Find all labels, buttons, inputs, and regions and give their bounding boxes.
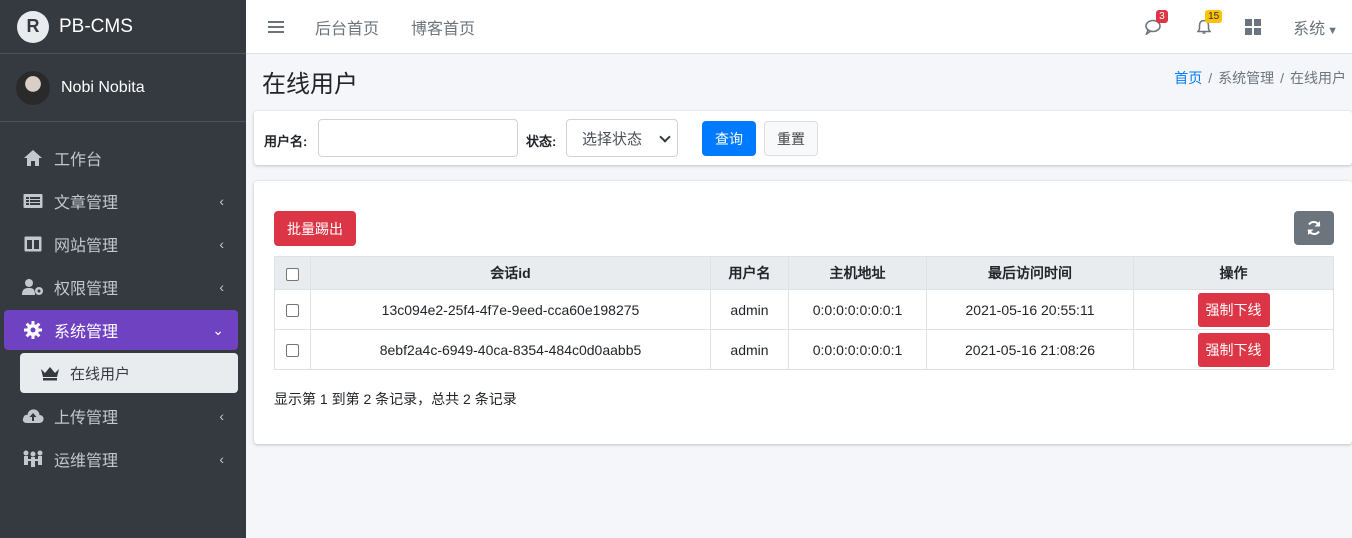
notifications-badge: 15	[1205, 10, 1223, 23]
notifications-button[interactable]: 15	[1193, 10, 1223, 38]
gear-icon	[22, 321, 44, 339]
nav-link-admin-home[interactable]: 后台首页	[315, 15, 379, 39]
refresh-icon	[1307, 221, 1321, 235]
host-cell: 0:0:0:0:0:0:0:1	[788, 329, 927, 370]
action-cell: 强制下线	[1133, 329, 1334, 370]
sidebar-item-articles[interactable]: 文章管理 ‹	[4, 181, 238, 221]
home-icon	[22, 149, 44, 167]
select-all-checkbox[interactable]	[286, 267, 299, 281]
sidebar-item-permissions[interactable]: 权限管理 ‹	[4, 267, 238, 307]
chess-king-icon	[40, 365, 60, 381]
online-users-card: 批量踢出 会话id 用户名 主机地址 最后访问时间 操作 13c094e2-25…	[254, 181, 1352, 444]
chevron-left-icon: ‹	[219, 279, 224, 295]
query-button[interactable]: 查询	[702, 121, 756, 156]
sidebar-item-website[interactable]: 网站管理 ‹	[4, 224, 238, 264]
row-select-cell	[274, 289, 311, 330]
username-input[interactable]	[318, 119, 518, 157]
force-logout-button[interactable]: 强制下线	[1197, 292, 1270, 327]
grid-icon	[1245, 19, 1262, 35]
top-navbar: 后台首页 博客首页 3 15 系统 ▼	[246, 0, 1352, 54]
user-panel[interactable]: Nobi Nobita	[0, 54, 246, 122]
status-select[interactable]: 选择状态	[566, 119, 678, 157]
username-cell: admin	[710, 289, 789, 330]
username-cell: admin	[710, 329, 789, 370]
chevron-down-icon	[659, 131, 671, 143]
chevron-left-icon: ‹	[219, 193, 224, 209]
last-access-cell: 2021-05-16 21:08:26	[926, 329, 1134, 370]
host-cell: 0:0:0:0:0:0:0:1	[788, 289, 927, 330]
brand-logo: R	[17, 10, 49, 43]
last-access-cell: 2021-05-16 20:55:11	[926, 289, 1134, 330]
chevron-left-icon: ‹	[219, 236, 224, 252]
force-logout-button[interactable]: 强制下线	[1197, 332, 1270, 367]
website-icon	[22, 235, 44, 253]
user-name: Nobi Nobita	[61, 78, 145, 96]
sidebar-item-dashboard[interactable]: 工作台	[4, 138, 238, 178]
breadcrumb-current: 在线用户	[1290, 70, 1346, 86]
table-row: 8ebf2a4c-6949-40ca-8354-484c0d0aabb5 adm…	[274, 329, 1334, 370]
session-id-cell: 8ebf2a4c-6949-40ca-8354-484c0d0aabb5	[310, 329, 711, 370]
system-dropdown[interactable]: 系统 ▼	[1293, 15, 1338, 39]
people-icon	[22, 450, 44, 468]
breadcrumb: 首页 / 系统管理 / 在线用户	[1174, 70, 1346, 86]
action-cell: 强制下线	[1133, 289, 1334, 330]
sidebar-subitem-label: 在线用户	[70, 365, 131, 383]
sidebar-item-label: 文章管理	[54, 195, 119, 212]
refresh-button[interactable]	[1294, 211, 1334, 245]
sidebar-item-label: 上传管理	[54, 410, 119, 427]
sidebar-item-label: 工作台	[54, 152, 103, 169]
nav-link-blog-home[interactable]: 博客首页	[411, 15, 475, 39]
pagination-info: 显示第 1 到第 2 条记录，总共 2 条记录	[274, 391, 517, 407]
reset-button[interactable]: 重置	[764, 121, 818, 156]
sidebar: R PB-CMS Nobi Nobita 工作台 文章管理 ‹ 网站管理 ‹ 权…	[0, 0, 246, 538]
session-id-cell: 13c094e2-25f4-4f7e-9eed-cca60e198275	[310, 289, 711, 330]
messages-badge: 3	[1156, 10, 1168, 23]
sidebar-item-label: 网站管理	[54, 238, 119, 255]
brand-link[interactable]: R PB-CMS	[0, 0, 246, 54]
messages-button[interactable]: 3	[1144, 10, 1168, 38]
hamburger-menu-icon[interactable]	[268, 20, 284, 33]
batch-kick-button[interactable]: 批量踢出	[274, 211, 356, 246]
chevron-down-icon: ⌄	[212, 321, 224, 338]
row-select-cell	[274, 329, 311, 370]
article-icon	[22, 192, 44, 210]
chevron-left-icon: ‹	[219, 451, 224, 467]
column-header[interactable]: 会话id	[310, 256, 711, 290]
brand-name: PB-CMS	[59, 15, 133, 37]
username-label: 用户名:	[264, 134, 308, 149]
sidebar-item-label: 系统管理	[54, 324, 119, 341]
sidebar-item-label: 权限管理	[54, 281, 119, 298]
select-all-cell	[274, 256, 311, 290]
row-checkbox[interactable]	[286, 344, 299, 358]
sidebar-subitem-online-users[interactable]: 在线用户	[20, 353, 238, 393]
status-select-value: 选择状态	[582, 130, 643, 148]
status-label: 状态:	[526, 134, 557, 149]
chevron-left-icon: ‹	[219, 408, 224, 424]
column-header[interactable]: 最后访问时间	[926, 256, 1134, 290]
search-form: 用户名: 状态: 选择状态 查询 重置	[254, 111, 1352, 165]
row-checkbox[interactable]	[286, 304, 299, 318]
table-header-row: 会话id 用户名 主机地址 最后访问时间 操作	[274, 256, 1334, 290]
online-users-table: 会话id 用户名 主机地址 最后访问时间 操作 13c094e2-25f4-4f…	[274, 256, 1334, 370]
user-gear-icon	[22, 278, 44, 296]
column-header: 操作	[1133, 256, 1334, 290]
sidebar-nav: 工作台 文章管理 ‹ 网站管理 ‹ 权限管理 ‹ 系统管理 ⌄ 在线用户 上传管…	[0, 122, 246, 479]
column-header[interactable]: 用户名	[710, 256, 789, 290]
grid-button[interactable]	[1242, 16, 1264, 38]
breadcrumb-item: 系统管理	[1218, 70, 1275, 86]
avatar	[16, 70, 50, 105]
table-row: 13c094e2-25f4-4f7e-9eed-cca60e198275 adm…	[274, 289, 1334, 330]
sidebar-item-upload[interactable]: 上传管理 ‹	[4, 396, 238, 436]
breadcrumb-home-link[interactable]: 首页	[1174, 70, 1202, 86]
caret-down-icon: ▼	[1327, 25, 1338, 37]
system-dropdown-label: 系统	[1293, 21, 1326, 38]
column-header[interactable]: 主机地址	[788, 256, 927, 290]
cloud-upload-icon	[22, 407, 44, 425]
page-title: 在线用户	[262, 71, 358, 98]
sidebar-item-ops[interactable]: 运维管理 ‹	[4, 439, 238, 479]
sidebar-item-label: 运维管理	[54, 453, 119, 470]
sidebar-item-system[interactable]: 系统管理 ⌄	[4, 310, 238, 350]
